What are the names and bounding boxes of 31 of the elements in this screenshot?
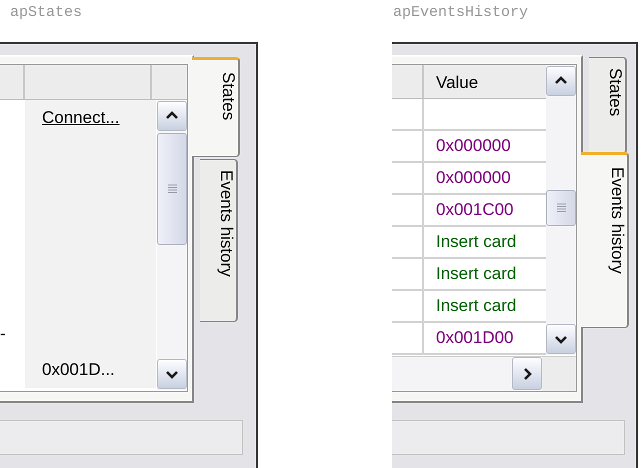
list-view[interactable]: Value 0x000000 0x000000 0x001C00 Insert card Insert card Insert card 0x001D00 — [392, 64, 577, 392]
value-cell: Insert card — [436, 264, 516, 283]
value-cell: 0x000000 — [436, 168, 511, 187]
value-cell: 0x000000 — [436, 136, 511, 155]
panel-caption: apStates — [9, 3, 84, 23]
connect-link[interactable]: Connect... — [42, 108, 120, 127]
grip-icon — [168, 184, 176, 194]
scroll-up-button[interactable] — [546, 66, 576, 96]
cell-text: 0x001D... — [42, 360, 115, 379]
tab[interactable]: States — [192, 57, 240, 157]
value-cell: 0x001D00 — [436, 328, 514, 347]
scroll-up-button[interactable] — [157, 101, 187, 131]
list-view[interactable]: Connect... - 0x001D... — [0, 64, 188, 392]
vertical-scrollbar[interactable] — [157, 100, 187, 390]
tab[interactable]: Events history — [581, 152, 629, 328]
scroll-down-button[interactable] — [157, 359, 187, 389]
tab[interactable]: States — [589, 57, 627, 154]
grip-icon — [556, 203, 566, 213]
value-cell: 0x001C00 — [436, 200, 514, 219]
panel-caption: apEventsHistory — [392, 3, 530, 23]
value-cell: Insert card — [436, 232, 516, 251]
list-cell: - — [0, 324, 6, 343]
scroll-right-button[interactable] — [512, 357, 542, 390]
scroll-thumb[interactable] — [157, 133, 187, 245]
horizontal-scrollbar[interactable] — [392, 356, 576, 391]
column-header: Value — [436, 73, 478, 92]
value-cell: Insert card — [436, 296, 516, 315]
vertical-scrollbar[interactable] — [546, 65, 576, 355]
tab[interactable]: Events history — [200, 159, 238, 322]
scroll-thumb[interactable] — [546, 190, 576, 226]
scroll-down-button[interactable] — [546, 324, 576, 354]
